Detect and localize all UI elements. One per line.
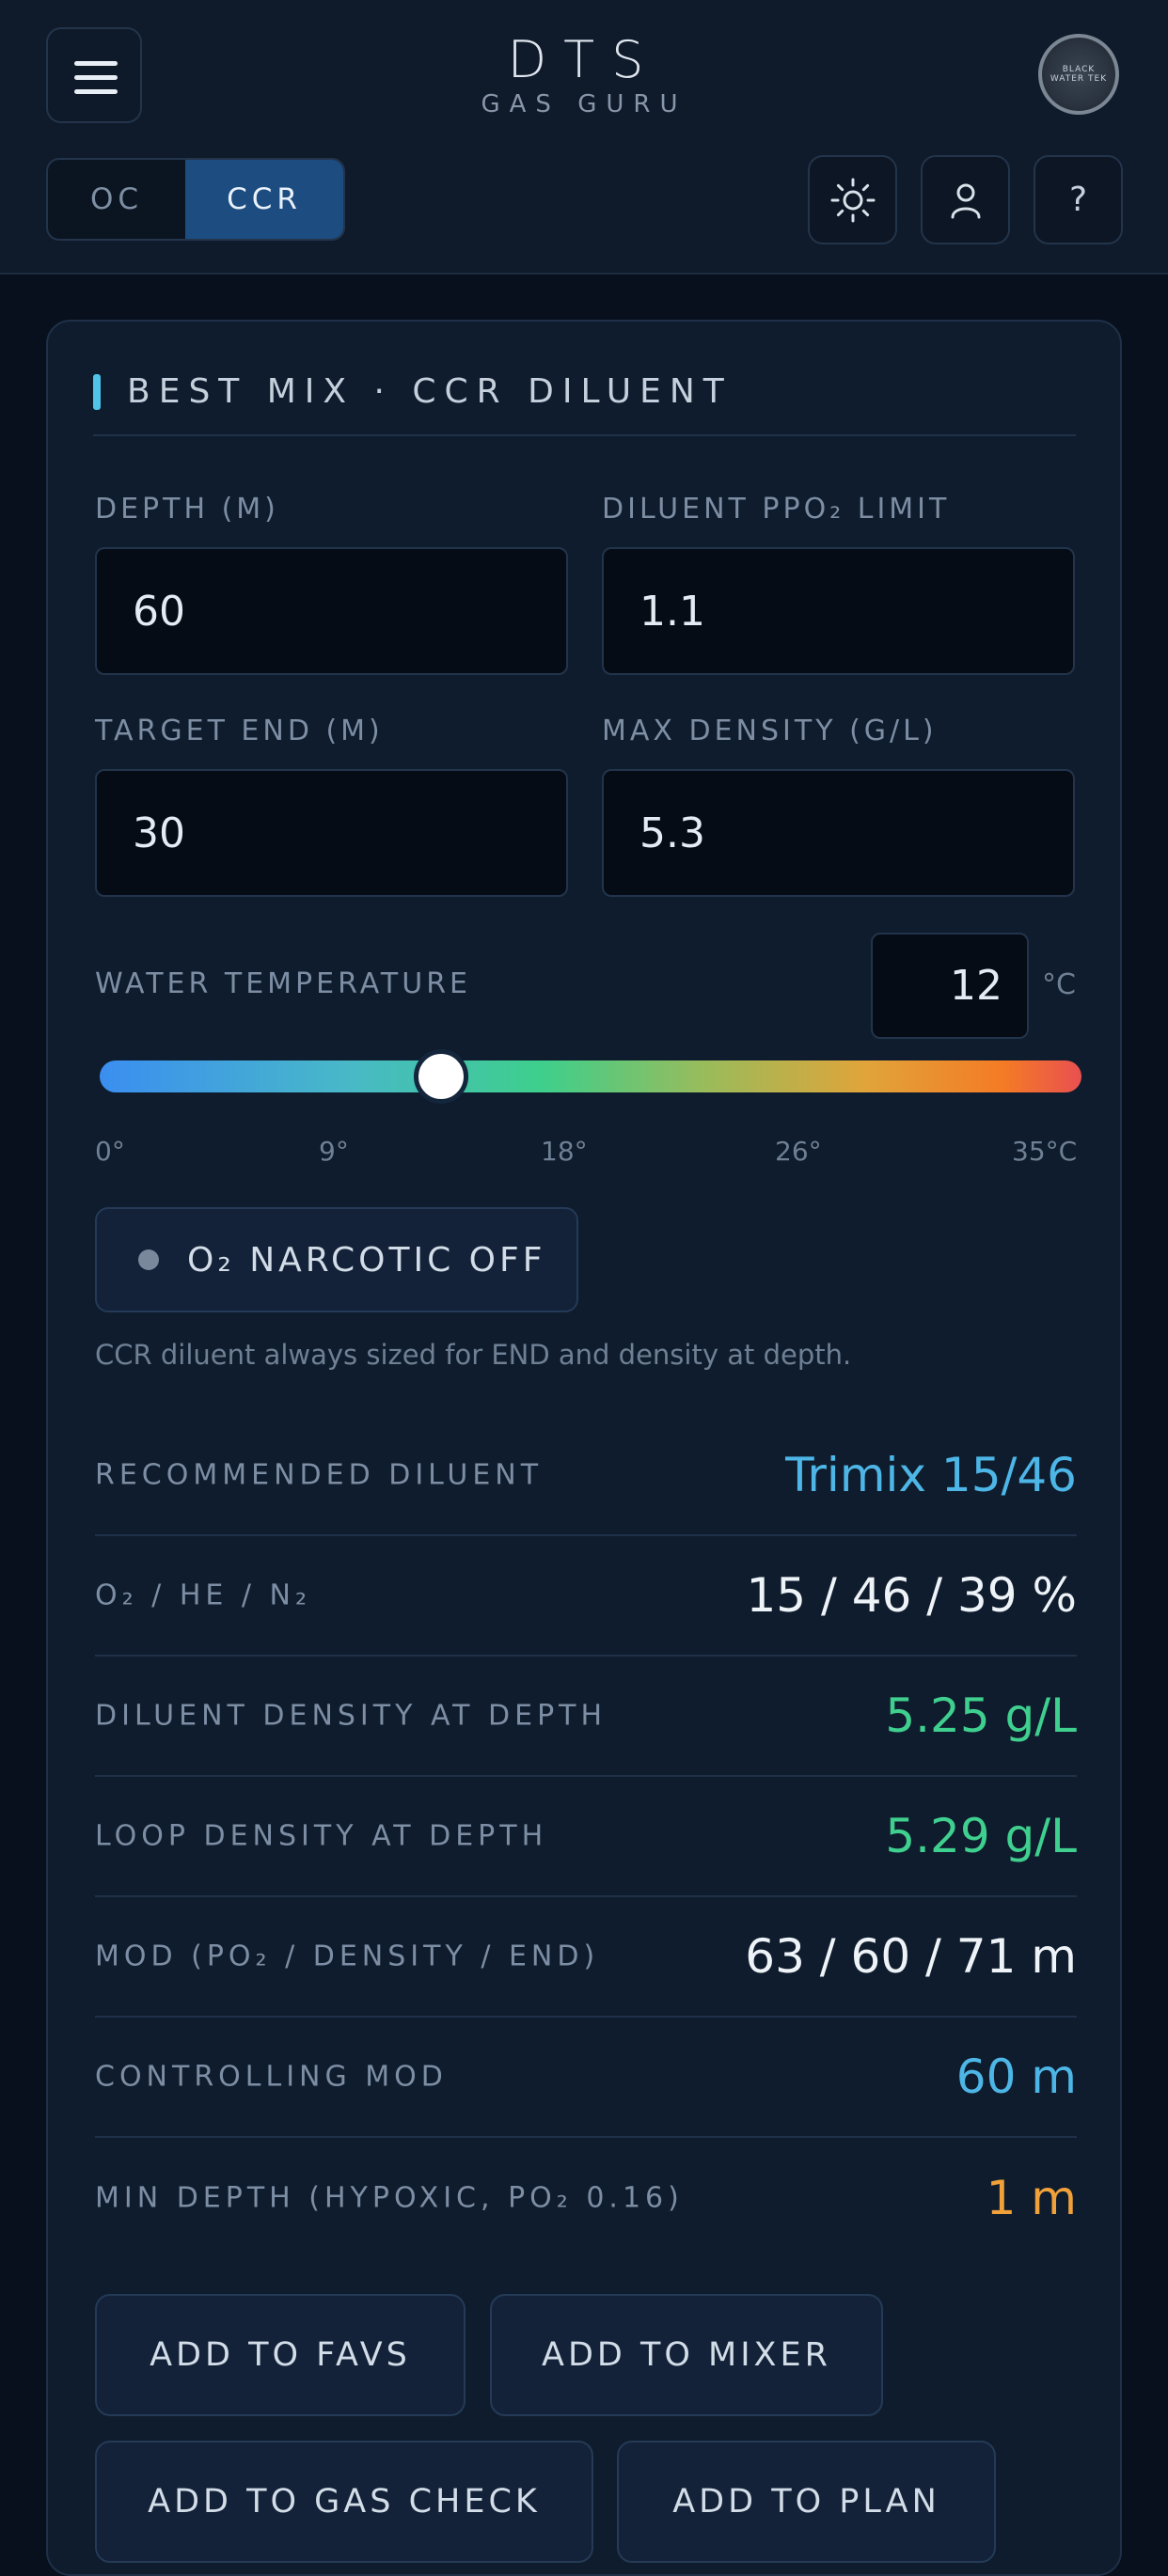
theme-button[interactable]: [808, 155, 897, 244]
result-row: LOOP DENSITY AT DEPTH 5.29 g/L: [95, 1777, 1077, 1897]
card-title: BEST MIX · CCR DILUENT: [127, 372, 733, 411]
result-value: 15 / 46 / 39 %: [746, 1568, 1077, 1623]
slider-tick: 9°: [319, 1136, 349, 1167]
result-row: RECOMMENDED DILUENT Trimix 15/46: [95, 1416, 1077, 1536]
card-header: BEST MIX · CCR DILUENT: [93, 372, 1076, 436]
result-row: CONTROLLING MOD 60 m: [95, 2018, 1077, 2138]
result-label: CONTROLLING MOD: [95, 2060, 448, 2094]
temperature-unit: °C: [1042, 968, 1076, 1001]
temperature-slider[interactable]: [100, 1060, 1081, 1092]
target-end-input[interactable]: 30: [95, 769, 568, 897]
sun-icon: [830, 178, 875, 222]
slider-tick: 35°C: [1012, 1136, 1078, 1167]
result-row: O₂ / HE / N₂ 15 / 46 / 39 %: [95, 1536, 1077, 1657]
app-header: DTS GAS GURU BLACK WATER TEK OC CCR ?: [0, 0, 1168, 275]
help-button[interactable]: ?: [1034, 155, 1123, 244]
result-label: MOD (PO₂ / DENSITY / END): [95, 1940, 600, 1973]
max-density-label: MAX DENSITY (G/L): [602, 715, 938, 747]
profile-button[interactable]: [921, 155, 1010, 244]
depth-input[interactable]: 60: [95, 547, 568, 675]
accent-bar: [93, 374, 101, 410]
result-value: 5.29 g/L: [885, 1809, 1077, 1863]
target-end-label: TARGET END (M): [95, 715, 384, 747]
result-value: 1 m: [986, 2171, 1077, 2225]
add-to-plan-button[interactable]: ADD TO PLAN: [617, 2441, 996, 2563]
user-icon: [951, 183, 980, 218]
result-label: LOOP DENSITY AT DEPTH: [95, 1819, 548, 1853]
depth-label: DEPTH (M): [95, 493, 279, 526]
brand-logo: BLACK WATER TEK: [1038, 34, 1119, 115]
mode-toggle: OC CCR: [46, 158, 345, 241]
slider-tick: 0°: [95, 1136, 125, 1167]
result-label: RECOMMENDED DILUENT: [95, 1458, 544, 1492]
result-label: O₂ / HE / N₂: [95, 1579, 311, 1612]
o2-narcotic-toggle[interactable]: O₂ NARCOTIC OFF: [95, 1207, 578, 1312]
result-value: 63 / 60 / 71 m: [745, 1929, 1077, 1984]
result-value: Trimix 15/46: [785, 1448, 1077, 1502]
status-dot: [138, 1249, 159, 1270]
result-value: 5.25 g/L: [885, 1689, 1077, 1743]
result-label: MIN DEPTH (HYPOXIC, PO₂ 0.16): [95, 2181, 684, 2215]
result-row: MOD (PO₂ / DENSITY / END) 63 / 60 / 71 m: [95, 1897, 1077, 2018]
diluent-note: CCR diluent always sized for END and den…: [95, 1339, 852, 1371]
mode-oc-button[interactable]: OC: [48, 160, 185, 239]
result-label: DILUENT DENSITY AT DEPTH: [95, 1699, 608, 1733]
water-temperature-label: WATER TEMPERATURE: [95, 967, 471, 1000]
ppo2-limit-input[interactable]: 1.1: [602, 547, 1075, 675]
add-to-mixer-button[interactable]: ADD TO MIXER: [490, 2294, 883, 2416]
max-density-input[interactable]: 5.3: [602, 769, 1075, 897]
app-title: DTS: [507, 30, 661, 89]
slider-tick: 18°: [541, 1136, 588, 1167]
o2-narcotic-label: O₂ NARCOTIC OFF: [187, 1240, 546, 1280]
mode-ccr-button[interactable]: CCR: [185, 160, 343, 239]
best-mix-card: BEST MIX · CCR DILUENT DEPTH (M) 60 DILU…: [46, 320, 1122, 2576]
result-row: DILUENT DENSITY AT DEPTH 5.25 g/L: [95, 1657, 1077, 1777]
add-to-favs-button[interactable]: ADD TO FAVS: [95, 2294, 466, 2416]
result-row: MIN DEPTH (HYPOXIC, PO₂ 0.16) 1 m: [95, 2138, 1077, 2258]
help-icon: ?: [1068, 181, 1088, 219]
app-subtitle: GAS GURU: [481, 90, 687, 118]
temperature-slider-thumb[interactable]: [414, 1049, 469, 1104]
add-to-gas-check-button[interactable]: ADD TO GAS CHECK: [95, 2441, 593, 2563]
result-value: 60 m: [955, 2050, 1077, 2104]
ppo2-limit-label: DILUENT PPO₂ LIMIT: [602, 493, 951, 526]
slider-tick: 26°: [775, 1136, 822, 1167]
water-temperature-input[interactable]: 12: [871, 933, 1029, 1039]
